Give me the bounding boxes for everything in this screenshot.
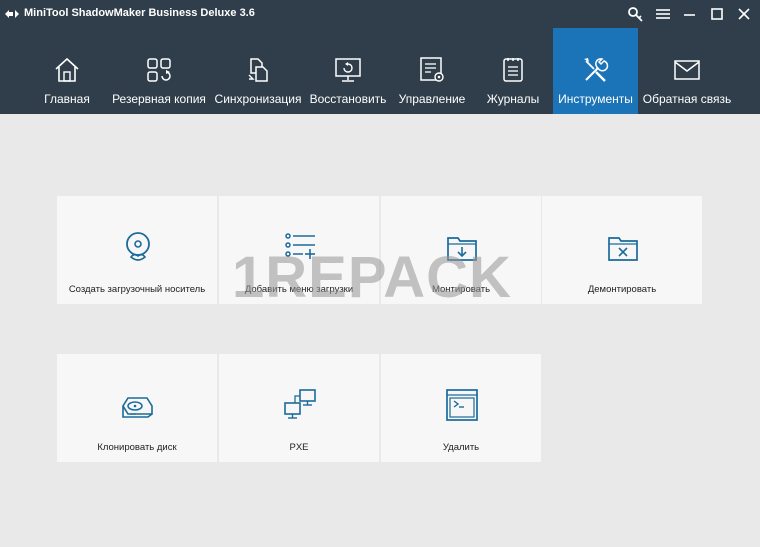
nav-tab-label: Журналы	[486, 92, 540, 106]
nav-tab-sync[interactable]: Синхронизация	[214, 28, 302, 114]
watermark: 1REPACK	[232, 245, 512, 310]
nav-tab-tools[interactable]: Инструменты	[553, 28, 638, 114]
main-nav: Главная Резервная копия Синхронизация Во…	[0, 28, 760, 114]
nav-tab-backup[interactable]: Резервная копия	[109, 28, 209, 114]
pxe-icon	[284, 389, 316, 419]
menu-icon[interactable]	[653, 4, 673, 24]
window-title: MiniTool ShadowMaker Business Deluxe 3.6	[24, 7, 255, 19]
nav-tab-home[interactable]: Главная	[25, 28, 109, 114]
tools-icon	[583, 58, 608, 82]
nav-tab-label: Резервная копия	[112, 92, 206, 106]
restore-icon	[335, 58, 361, 82]
nav-tab-label: Инструменты	[558, 92, 633, 106]
tool-unmount[interactable]: Демонтировать	[542, 196, 702, 304]
home-icon	[55, 57, 79, 82]
mail-icon	[674, 60, 700, 80]
tool-label: Демонтировать	[587, 284, 657, 295]
tool-label: PXE	[289, 442, 309, 453]
nav-tab-label: Главная	[44, 92, 90, 106]
tool-remote[interactable]: Удалить	[381, 354, 541, 462]
tool-pxe[interactable]: PXE	[219, 354, 379, 462]
title-bar: MiniTool ShadowMaker Business Deluxe 3.6	[0, 0, 760, 28]
manage-icon	[420, 57, 444, 82]
maximize-icon[interactable]	[707, 4, 727, 24]
unmount-icon	[608, 237, 638, 261]
tool-clone-disk[interactable]: Клонировать диск	[57, 354, 217, 462]
nav-tab-logs[interactable]: Журналы	[478, 28, 548, 114]
remote-icon	[446, 389, 478, 421]
nav-tab-label: Управление	[398, 92, 466, 106]
nav-tab-label: Обратная связь	[642, 92, 732, 106]
tool-label: Создать загрузочный носитель	[68, 284, 206, 295]
nav-tab-label: Восстановить	[309, 92, 387, 106]
sync-icon	[248, 58, 268, 82]
app-logo-icon	[5, 10, 19, 18]
nav-tab-manage[interactable]: Управление	[394, 28, 470, 114]
key-icon[interactable]	[626, 4, 646, 24]
boot-media-icon	[126, 232, 150, 261]
nav-tab-feedback[interactable]: Обратная связь	[642, 28, 732, 114]
nav-tab-restore[interactable]: Восстановить	[307, 28, 389, 114]
backup-icon	[147, 58, 171, 82]
clone-disk-icon	[122, 397, 153, 418]
nav-tab-label: Синхронизация	[214, 92, 302, 106]
tool-create-boot-media[interactable]: Создать загрузочный носитель	[57, 196, 217, 304]
close-icon[interactable]	[734, 4, 754, 24]
logs-icon	[503, 58, 523, 82]
tool-label: Клонировать диск	[97, 442, 177, 453]
tool-label: Удалить	[442, 442, 480, 453]
minimize-icon[interactable]	[680, 4, 700, 24]
